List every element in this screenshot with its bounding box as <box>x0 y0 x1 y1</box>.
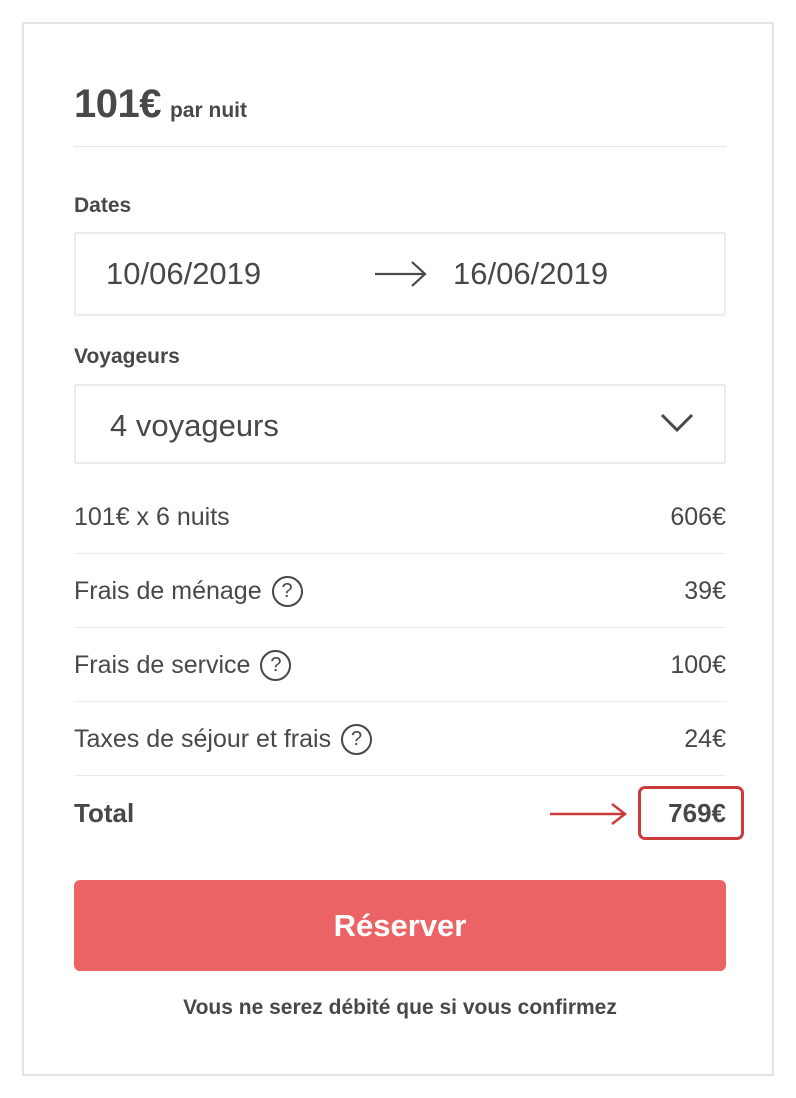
price-line-value: 606€ <box>670 502 726 531</box>
guests-select[interactable]: 4 voyageurs <box>74 384 726 464</box>
arrow-right-icon <box>375 261 427 287</box>
booking-card: 101€ par nuit Dates 10/06/2019 16/06/201… <box>22 22 774 1076</box>
reserve-button[interactable]: Réserver <box>74 880 726 971</box>
guests-label: Voyageurs <box>74 345 180 368</box>
price-line-cleaning-fee: Frais de ménage ? 39€ <box>74 554 726 628</box>
price-line-nights: 101€ x 6 nuits 606€ <box>74 480 726 554</box>
price-line-value: 24€ <box>684 724 726 753</box>
price-line-value: 39€ <box>684 576 726 605</box>
divider <box>74 146 726 147</box>
price-line-value: 100€ <box>670 650 726 679</box>
price-line-label: Frais de service <box>74 650 251 679</box>
nightly-price: 101€ <box>74 82 161 126</box>
guests-selected-value: 4 voyageurs <box>110 408 279 443</box>
check-out-date[interactable]: 16/06/2019 <box>453 256 608 292</box>
charge-notice: Vous ne serez débité que si vous confirm… <box>183 996 617 1019</box>
date-range-picker[interactable]: 10/06/2019 16/06/2019 <box>74 232 726 316</box>
price-line-label: 101€ x 6 nuits <box>74 502 230 531</box>
total-row: Total 769€ <box>74 776 744 850</box>
price-line-taxes: Taxes de séjour et frais ? 24€ <box>74 702 726 776</box>
price-header: 101€ par nuit <box>74 82 247 127</box>
total-label: Total <box>74 797 135 828</box>
price-line-label: Frais de ménage <box>74 576 262 605</box>
help-icon[interactable]: ? <box>260 649 292 681</box>
price-line-service-fee: Frais de service ? 100€ <box>74 628 726 702</box>
price-line-label: Taxes de séjour et frais <box>74 724 332 753</box>
help-icon[interactable]: ? <box>271 575 303 607</box>
dates-label: Dates <box>74 194 132 217</box>
check-in-date[interactable]: 10/06/2019 <box>106 256 261 292</box>
annotation-arrow-icon <box>550 803 628 825</box>
chevron-down-icon <box>660 413 694 433</box>
help-icon[interactable]: ? <box>341 723 373 755</box>
total-value: 769€ <box>668 797 726 828</box>
per-night-label: par nuit <box>169 99 247 122</box>
